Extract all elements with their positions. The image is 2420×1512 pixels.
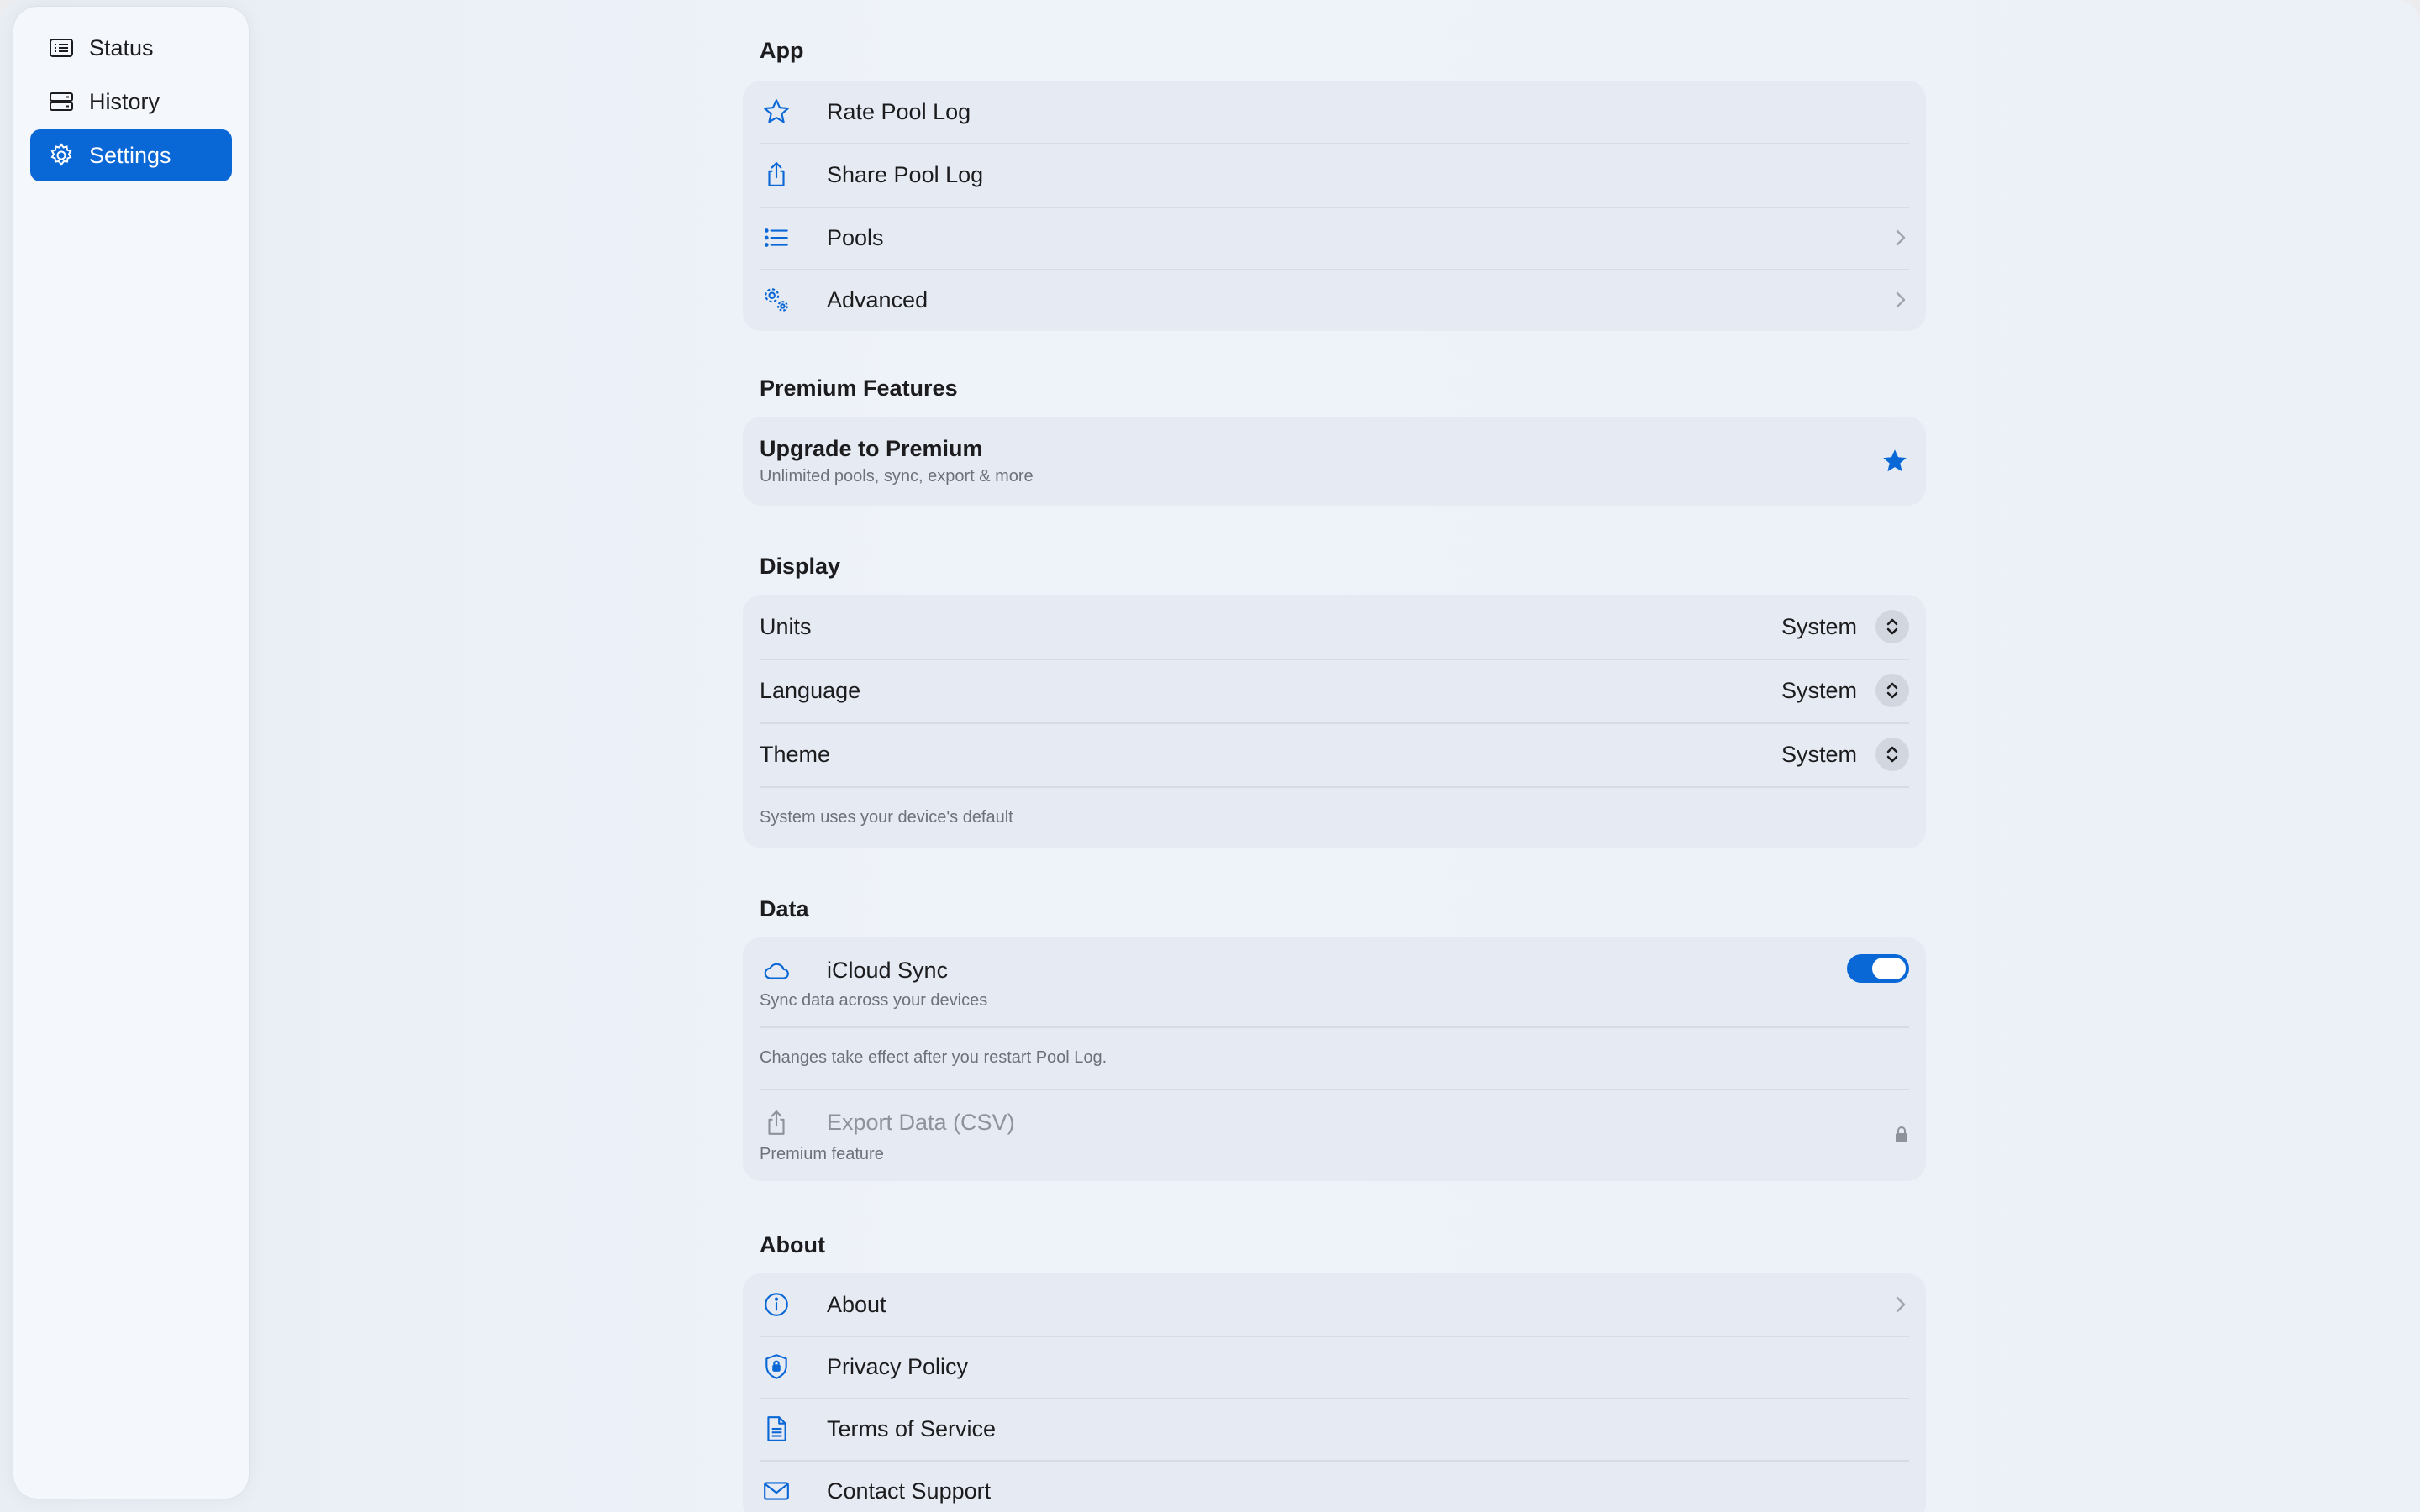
icloud-label: iCloud Sync — [827, 958, 949, 983]
privacy-label: Privacy Policy — [827, 1353, 969, 1379]
sidebar-item-label: Status — [89, 34, 154, 60]
chevron-right-icon — [1896, 1296, 1906, 1313]
units-picker-button[interactable] — [1876, 610, 1909, 643]
export-label: Export Data (CSV) — [827, 1110, 1015, 1135]
app-group: Rate Pool Log Share Pool Log Pools Advan… — [743, 81, 1926, 331]
share-label: Share Pool Log — [827, 161, 984, 187]
chevron-up-down-icon — [1886, 618, 1898, 635]
gears-icon — [760, 283, 793, 317]
upgrade-text: Upgrade to Premium Unlimited pools, sync… — [760, 436, 1881, 486]
about-group: About Privacy Policy Terms of Service Co… — [743, 1273, 1926, 1512]
app-window: Status History Settings App Rate Pool Lo… — [0, 0, 2420, 1512]
shield-icon — [760, 1350, 793, 1383]
star-fill-icon — [1883, 449, 1907, 472]
about-row[interactable]: About — [743, 1273, 1926, 1336]
lock-icon — [1896, 1126, 1907, 1142]
share-row[interactable]: Share Pool Log — [743, 143, 1926, 207]
restart-note: Changes take effect after you restart Po… — [760, 1047, 1107, 1067]
icloud-row: iCloud Sync Sync data across your device… — [743, 937, 1926, 1026]
display-group: Units System Language System Theme Syste… — [743, 595, 1926, 848]
chevron-right-icon — [1896, 229, 1906, 246]
rate-label: Rate Pool Log — [827, 98, 971, 124]
icloud-sync-toggle[interactable] — [1847, 954, 1909, 983]
rate-row[interactable]: Rate Pool Log — [743, 81, 1926, 143]
section-title-display: Display — [760, 554, 841, 579]
terms-row[interactable]: Terms of Service — [743, 1398, 1926, 1460]
language-picker-button[interactable] — [1876, 674, 1909, 707]
contact-row[interactable]: Contact Support — [743, 1460, 1926, 1512]
units-value[interactable]: System — [1781, 614, 1857, 640]
share-icon — [760, 158, 793, 192]
upgrade-subtitle: Unlimited pools, sync, export & more — [760, 467, 1034, 486]
privacy-row[interactable]: Privacy Policy — [743, 1336, 1926, 1398]
theme-row: Theme System — [743, 722, 1926, 786]
upgrade-row[interactable]: Upgrade to Premium Unlimited pools, sync… — [743, 417, 1926, 506]
cloud-icon — [760, 954, 793, 988]
pools-row[interactable]: Pools — [743, 207, 1926, 269]
gear-icon — [47, 141, 76, 170]
about-label: About — [827, 1291, 886, 1317]
chevron-up-down-icon — [1886, 746, 1898, 763]
language-label: Language — [760, 677, 861, 703]
list-rectangle-icon — [47, 34, 76, 62]
upgrade-title: Upgrade to Premium — [760, 436, 983, 461]
chevron-right-icon — [1896, 291, 1906, 308]
info-icon — [760, 1288, 793, 1321]
premium-group: Upgrade to Premium Unlimited pools, sync… — [743, 417, 1926, 506]
export-text: Export Data (CSV) Premium feature — [760, 1106, 1894, 1164]
clock-list-icon — [47, 87, 76, 116]
section-title-data: Data — [760, 896, 809, 921]
contact-label: Contact Support — [827, 1478, 992, 1504]
sidebar: Status History Settings — [13, 7, 249, 1499]
units-label: Units — [760, 613, 812, 639]
terms-label: Terms of Service — [827, 1415, 997, 1441]
share-icon — [760, 1106, 793, 1140]
sidebar-item-status[interactable]: Status — [30, 22, 232, 74]
display-note: System uses your device's default — [760, 807, 1013, 827]
sidebar-item-label: History — [89, 88, 160, 114]
star-icon — [760, 95, 793, 129]
pools-label: Pools — [827, 224, 884, 250]
section-title-premium: Premium Features — [760, 375, 958, 401]
export-row: Export Data (CSV) Premium feature — [743, 1089, 1926, 1181]
restart-note-row: Changes take effect after you restart Po… — [743, 1026, 1926, 1089]
theme-label: Theme — [760, 741, 831, 767]
section-title-about: About — [760, 1232, 825, 1257]
list-icon — [760, 221, 793, 255]
advanced-label: Advanced — [827, 286, 929, 312]
settings-content: App Rate Pool Log Share Pool Log Pools A… — [743, 0, 1926, 1512]
envelope-icon — [760, 1474, 793, 1508]
language-value[interactable]: System — [1781, 678, 1857, 704]
chevron-up-down-icon — [1886, 682, 1898, 699]
icloud-text: iCloud Sync Sync data across your device… — [760, 954, 1847, 1011]
sidebar-item-history[interactable]: History — [30, 76, 232, 128]
export-subtitle: Premium feature — [760, 1144, 884, 1163]
section-title-app: App — [760, 38, 804, 63]
advanced-row[interactable]: Advanced — [743, 269, 1926, 331]
sidebar-item-label: Settings — [89, 142, 171, 168]
sidebar-item-settings[interactable]: Settings — [30, 129, 232, 181]
data-group: iCloud Sync Sync data across your device… — [743, 937, 1926, 1181]
toggle-knob — [1872, 958, 1906, 979]
theme-picker-button[interactable] — [1876, 738, 1909, 771]
document-icon — [760, 1412, 793, 1446]
theme-value[interactable]: System — [1781, 742, 1857, 768]
units-row: Units System — [743, 595, 1926, 659]
icloud-subtitle: Sync data across your devices — [760, 990, 988, 1010]
language-row: Language System — [743, 659, 1926, 722]
display-note-row: System uses your device's default — [743, 786, 1926, 848]
